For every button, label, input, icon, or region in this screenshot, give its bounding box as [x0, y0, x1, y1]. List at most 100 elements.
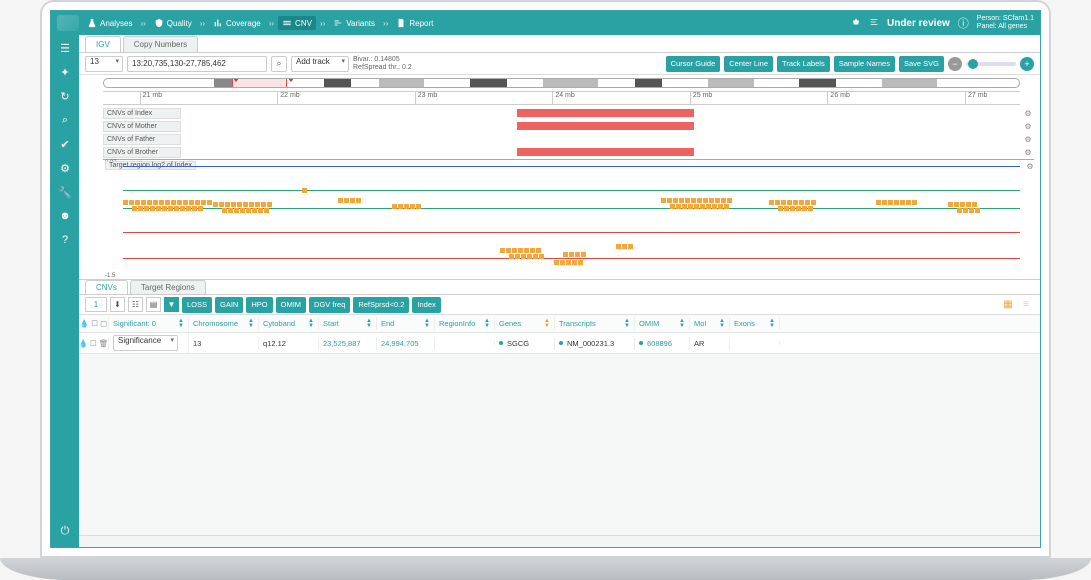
col-cytoband[interactable]: Cytoband▲▼: [259, 317, 319, 330]
results-table: 💧 ☐ ▢ Significant: 0▲▼ Chromosome▲▼ Cyto…: [79, 315, 1040, 354]
app-logo[interactable]: [57, 15, 79, 31]
account-icon[interactable]: ☻: [58, 209, 72, 223]
col-exons[interactable]: Exons▲▼: [730, 317, 780, 330]
settings-button[interactable]: ☷: [128, 297, 143, 312]
locus-search-button[interactable]: ⌕: [271, 56, 287, 72]
col-end[interactable]: End▲▼: [377, 317, 435, 330]
tab-cnvs[interactable]: CNVs: [85, 280, 128, 294]
grid-view-icon[interactable]: ▦: [1000, 298, 1016, 312]
col-regioninfo[interactable]: RegionInfo▲▼: [435, 317, 495, 330]
track-area[interactable]: [181, 120, 1022, 133]
chip-dgv[interactable]: DGV freq: [309, 297, 350, 313]
chevron-icon: ››: [269, 19, 274, 28]
col-significant[interactable]: Significant: 0▲▼: [109, 317, 189, 330]
tab-copy-numbers[interactable]: Copy Numbers: [123, 36, 198, 52]
wrench-icon[interactable]: 🔧: [58, 185, 72, 199]
col-start[interactable]: Start▲▼: [319, 317, 377, 330]
track-gear-icon[interactable]: ⚙: [1022, 148, 1034, 157]
track-area[interactable]: [181, 133, 1022, 146]
lead-cell: 💧 ☐ ▢: [79, 317, 109, 330]
nav-coverage[interactable]: Coverage: [209, 16, 265, 30]
y-axis-bottom: -1.5: [105, 273, 115, 279]
help-icon[interactable]: ?: [58, 233, 72, 247]
zoom-out-button[interactable]: −: [948, 57, 962, 71]
tab-target-regions[interactable]: Target Regions: [130, 280, 206, 294]
chip-gain[interactable]: GAIN: [215, 297, 243, 313]
chip-hpo[interactable]: HPO: [246, 297, 272, 313]
cell-transcript[interactable]: NM_000231.3: [555, 337, 635, 350]
locus-input[interactable]: 13:20,735,130-27,785,462: [127, 56, 267, 72]
track-area[interactable]: [181, 107, 1022, 120]
info-icon[interactable]: ⓘ: [958, 15, 969, 31]
chevron-icon: ››: [140, 19, 145, 28]
chip-loss[interactable]: LOSS: [182, 297, 212, 313]
add-track-select[interactable]: Add track: [291, 56, 349, 72]
view-toggle: ▦ ≡: [1000, 298, 1034, 312]
nav-variants[interactable]: Variants: [329, 16, 379, 30]
track-gear-icon[interactable]: ⚙: [1022, 122, 1034, 131]
col-chromosome[interactable]: Chromosome▲▼: [189, 317, 259, 330]
tab-igv[interactable]: IGV: [85, 36, 121, 52]
nav-report[interactable]: Report: [392, 16, 437, 30]
row-actions[interactable]: 💧 ☐ 🗑: [79, 337, 109, 350]
track-label: CNVs of Brother: [103, 147, 181, 158]
cnv-tracks: CNVs of Index ⚙ CNVs of Mother ⚙ CNVs of…: [79, 105, 1040, 279]
nav-label: Analyses: [100, 19, 132, 28]
log2-track[interactable]: 0.97 -1.5 Target region log2 of Index: [103, 159, 1034, 279]
zoom-slider[interactable]: [966, 62, 1016, 66]
chip-omim[interactable]: OMIM: [276, 297, 306, 313]
cursor-guide-button[interactable]: Cursor Guide: [666, 56, 721, 72]
nav-quality[interactable]: Quality: [150, 16, 196, 30]
track-row-father: CNVs of Father ⚙: [103, 133, 1034, 146]
track-gear-icon[interactable]: ⚙: [1022, 135, 1034, 144]
shield-check-icon[interactable]: ✔: [58, 137, 72, 151]
col-genes[interactable]: Genes▲▼: [495, 317, 555, 330]
ruler-tick: 27 mb: [965, 92, 987, 104]
cell-genes[interactable]: SGCG: [495, 337, 555, 350]
nav-analyses[interactable]: Analyses: [83, 16, 136, 30]
nav-label: Quality: [167, 19, 192, 28]
gear-icon[interactable]: ⚙: [58, 161, 72, 175]
layers-icon[interactable]: ☰: [58, 41, 72, 55]
nav-cnv[interactable]: CNV: [278, 16, 316, 30]
stat-refspread: RefSpread thr.: 0.2: [353, 64, 412, 72]
left-rail: ☰ ✦ ↻ ⌕ ✔ ⚙ 🔧 ☻ ? ⏻: [51, 35, 79, 547]
track-labels-button[interactable]: Track Labels: [777, 56, 830, 72]
track-gear-icon[interactable]: ⚙: [1024, 162, 1036, 171]
search-icon[interactable]: ⌕: [58, 113, 72, 127]
col-moi[interactable]: MoI▲▼: [690, 317, 730, 330]
col-transcripts[interactable]: Transcripts▲▼: [555, 317, 635, 330]
cell-omim[interactable]: 608896: [635, 337, 690, 350]
center-line-button[interactable]: Center Line: [724, 56, 773, 72]
chip-index[interactable]: Index: [412, 297, 440, 313]
review-icon: [869, 17, 879, 29]
chrom-select[interactable]: 13: [85, 56, 123, 72]
download-button[interactable]: ⬇: [110, 297, 125, 312]
cell-end[interactable]: 24,994,705: [377, 337, 435, 350]
list-view-icon[interactable]: ≡: [1018, 298, 1034, 312]
history-icon[interactable]: ↻: [58, 89, 72, 103]
cell-significance[interactable]: Significance: [109, 333, 189, 353]
cell-regioninfo: [435, 341, 495, 345]
cell-start[interactable]: 23,525,887: [319, 337, 377, 350]
sample-names-button[interactable]: Sample Names: [834, 56, 895, 72]
track-area[interactable]: [181, 146, 1022, 159]
ideogram-row: [79, 75, 1040, 91]
chip-refsprsd[interactable]: RefSprsd<0.2: [353, 297, 409, 313]
filter-funnel-button[interactable]: ▼: [164, 297, 179, 312]
basket-icon[interactable]: [851, 17, 861, 29]
columns-button[interactable]: ▤: [146, 297, 161, 312]
power-icon[interactable]: ⏻: [58, 527, 72, 541]
table-row[interactable]: 💧 ☐ 🗑 Significance 13 q12.12 23,525,887 …: [79, 333, 1040, 354]
review-status[interactable]: Under review: [887, 18, 950, 29]
track-gear-icon[interactable]: ⚙: [1022, 109, 1034, 118]
accessibility-icon[interactable]: ✦: [58, 65, 72, 79]
save-svg-button[interactable]: Save SVG: [899, 56, 944, 72]
ruler-tick: 25 mb: [690, 92, 712, 104]
col-omim[interactable]: OMIM▲▼: [635, 317, 690, 330]
page-number[interactable]: 1: [85, 297, 107, 312]
chromosome-ideogram[interactable]: [103, 78, 1020, 88]
cnv-icon: [282, 18, 292, 28]
status-bar: [79, 535, 1040, 547]
zoom-in-button[interactable]: +: [1020, 57, 1034, 71]
